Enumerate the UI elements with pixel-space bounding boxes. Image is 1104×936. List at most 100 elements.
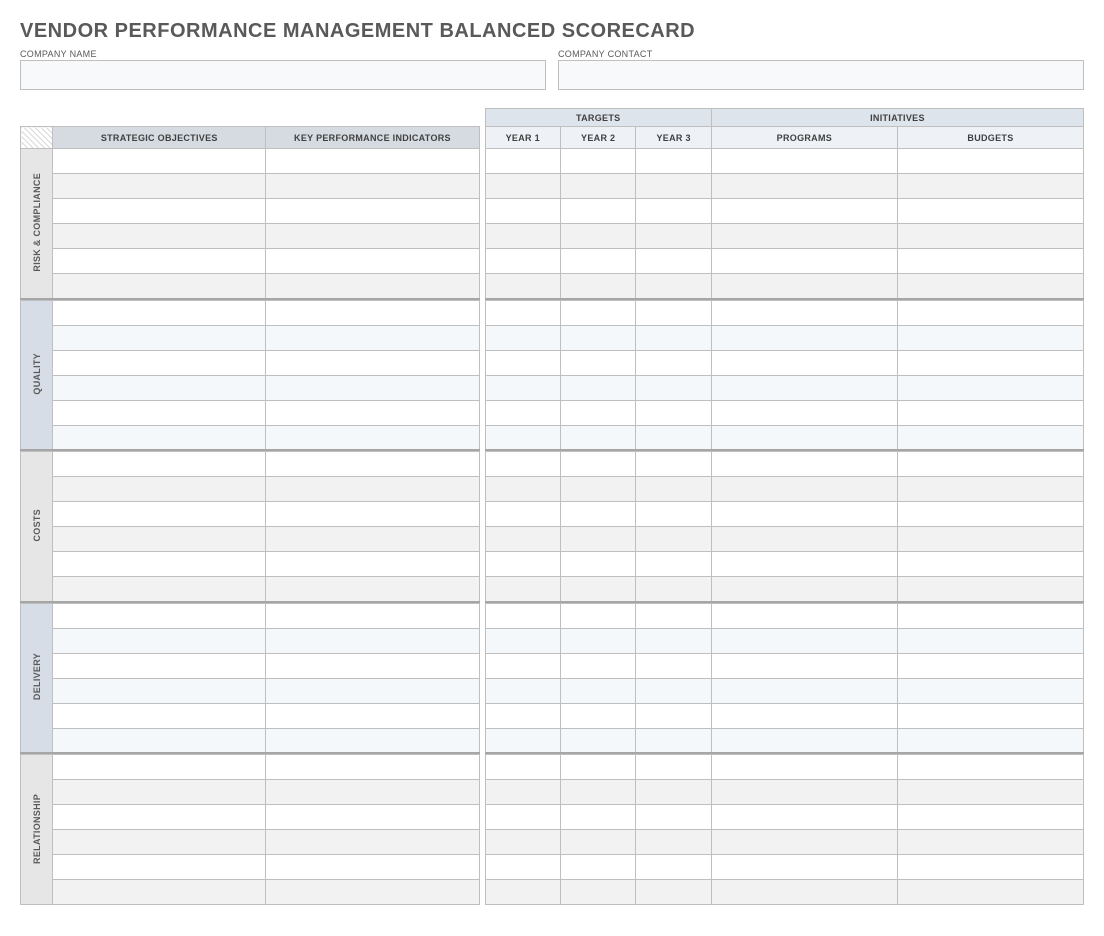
budgets-cell[interactable]: [897, 249, 1083, 274]
year3-cell[interactable]: [636, 249, 711, 274]
year3-cell[interactable]: [636, 174, 711, 199]
kpi-cell[interactable]: [266, 855, 479, 880]
programs-cell[interactable]: [711, 325, 897, 350]
objective-cell[interactable]: [53, 375, 266, 400]
year2-cell[interactable]: [561, 425, 636, 450]
year1-cell[interactable]: [485, 224, 560, 249]
programs-cell[interactable]: [711, 603, 897, 628]
objective-cell[interactable]: [53, 653, 266, 678]
year3-cell[interactable]: [636, 375, 711, 400]
year1-cell[interactable]: [485, 400, 560, 425]
year2-cell[interactable]: [561, 477, 636, 502]
year1-cell[interactable]: [485, 653, 560, 678]
programs-cell[interactable]: [711, 577, 897, 602]
budgets-cell[interactable]: [897, 300, 1083, 325]
kpi-cell[interactable]: [266, 780, 479, 805]
year3-cell[interactable]: [636, 325, 711, 350]
kpi-cell[interactable]: [266, 350, 479, 375]
programs-cell[interactable]: [711, 452, 897, 477]
programs-cell[interactable]: [711, 300, 897, 325]
kpi-cell[interactable]: [266, 653, 479, 678]
budgets-cell[interactable]: [897, 477, 1083, 502]
kpi-cell[interactable]: [266, 552, 479, 577]
year3-cell[interactable]: [636, 678, 711, 703]
year2-cell[interactable]: [561, 224, 636, 249]
budgets-cell[interactable]: [897, 577, 1083, 602]
year2-cell[interactable]: [561, 552, 636, 577]
year3-cell[interactable]: [636, 780, 711, 805]
year3-cell[interactable]: [636, 880, 711, 905]
objective-cell[interactable]: [53, 577, 266, 602]
budgets-cell[interactable]: [897, 552, 1083, 577]
kpi-cell[interactable]: [266, 628, 479, 653]
objective-cell[interactable]: [53, 325, 266, 350]
programs-cell[interactable]: [711, 174, 897, 199]
year2-cell[interactable]: [561, 249, 636, 274]
year2-cell[interactable]: [561, 678, 636, 703]
year3-cell[interactable]: [636, 728, 711, 753]
year2-cell[interactable]: [561, 325, 636, 350]
budgets-cell[interactable]: [897, 855, 1083, 880]
year3-cell[interactable]: [636, 805, 711, 830]
year1-cell[interactable]: [485, 805, 560, 830]
programs-cell[interactable]: [711, 880, 897, 905]
kpi-cell[interactable]: [266, 502, 479, 527]
kpi-cell[interactable]: [266, 149, 479, 174]
year2-cell[interactable]: [561, 527, 636, 552]
year3-cell[interactable]: [636, 603, 711, 628]
objective-cell[interactable]: [53, 880, 266, 905]
objective-cell[interactable]: [53, 300, 266, 325]
year2-cell[interactable]: [561, 375, 636, 400]
programs-cell[interactable]: [711, 350, 897, 375]
objective-cell[interactable]: [53, 628, 266, 653]
year2-cell[interactable]: [561, 400, 636, 425]
kpi-cell[interactable]: [266, 174, 479, 199]
objective-cell[interactable]: [53, 249, 266, 274]
year1-cell[interactable]: [485, 174, 560, 199]
objective-cell[interactable]: [53, 780, 266, 805]
budgets-cell[interactable]: [897, 830, 1083, 855]
year1-cell[interactable]: [485, 249, 560, 274]
year1-cell[interactable]: [485, 628, 560, 653]
budgets-cell[interactable]: [897, 603, 1083, 628]
kpi-cell[interactable]: [266, 199, 479, 224]
objective-cell[interactable]: [53, 502, 266, 527]
kpi-cell[interactable]: [266, 703, 479, 728]
programs-cell[interactable]: [711, 149, 897, 174]
year1-cell[interactable]: [485, 855, 560, 880]
year2-cell[interactable]: [561, 603, 636, 628]
budgets-cell[interactable]: [897, 149, 1083, 174]
programs-cell[interactable]: [711, 703, 897, 728]
objective-cell[interactable]: [53, 425, 266, 450]
year3-cell[interactable]: [636, 755, 711, 780]
budgets-cell[interactable]: [897, 653, 1083, 678]
year2-cell[interactable]: [561, 199, 636, 224]
year1-cell[interactable]: [485, 703, 560, 728]
budgets-cell[interactable]: [897, 224, 1083, 249]
programs-cell[interactable]: [711, 527, 897, 552]
objective-cell[interactable]: [53, 552, 266, 577]
programs-cell[interactable]: [711, 425, 897, 450]
year3-cell[interactable]: [636, 274, 711, 299]
year3-cell[interactable]: [636, 830, 711, 855]
objective-cell[interactable]: [53, 855, 266, 880]
year2-cell[interactable]: [561, 452, 636, 477]
year3-cell[interactable]: [636, 703, 711, 728]
year1-cell[interactable]: [485, 199, 560, 224]
year3-cell[interactable]: [636, 477, 711, 502]
year3-cell[interactable]: [636, 502, 711, 527]
programs-cell[interactable]: [711, 502, 897, 527]
budgets-cell[interactable]: [897, 880, 1083, 905]
budgets-cell[interactable]: [897, 678, 1083, 703]
year3-cell[interactable]: [636, 224, 711, 249]
year1-cell[interactable]: [485, 452, 560, 477]
year2-cell[interactable]: [561, 577, 636, 602]
year1-cell[interactable]: [485, 830, 560, 855]
objective-cell[interactable]: [53, 830, 266, 855]
year1-cell[interactable]: [485, 728, 560, 753]
year2-cell[interactable]: [561, 805, 636, 830]
kpi-cell[interactable]: [266, 527, 479, 552]
year3-cell[interactable]: [636, 527, 711, 552]
year3-cell[interactable]: [636, 577, 711, 602]
objective-cell[interactable]: [53, 274, 266, 299]
